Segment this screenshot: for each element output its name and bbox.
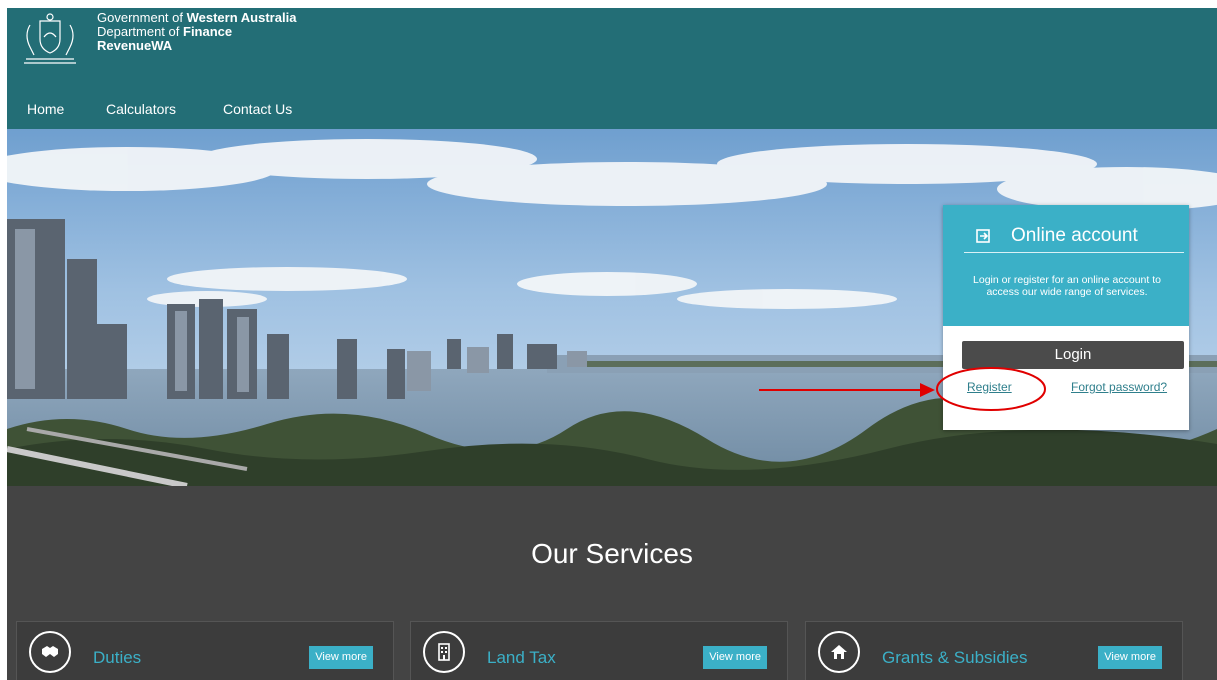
- nav-home[interactable]: Home: [27, 94, 64, 124]
- online-account-description: Login or register for an online account …: [973, 274, 1161, 298]
- sign-in-icon: [976, 229, 990, 243]
- forgot-password-link[interactable]: Forgot password?: [1071, 380, 1167, 394]
- nav-calculators[interactable]: Calculators: [106, 94, 176, 124]
- view-more-button-duties[interactable]: View more: [309, 646, 373, 669]
- service-label-duties: Duties: [93, 648, 142, 667]
- online-account-header: Online account Login or register for an …: [943, 205, 1189, 326]
- online-account-panel: Online account Login or register for an …: [943, 205, 1189, 430]
- login-button[interactable]: Login: [962, 341, 1184, 369]
- wa-government-crest-icon[interactable]: [16, 11, 84, 66]
- register-link[interactable]: Register: [967, 380, 1012, 394]
- service-card-duties[interactable]: Duties View more: [16, 621, 394, 680]
- services-section: Our Services Duties View more Land Tax V: [7, 486, 1217, 680]
- home-icon: [818, 631, 860, 673]
- view-more-button-grants-subsidies[interactable]: View more: [1098, 646, 1162, 669]
- service-label-grants-subsidies: Grants & Subsidies: [882, 648, 1028, 667]
- service-card-land-tax[interactable]: Land Tax View more: [410, 621, 788, 680]
- title-divider: [964, 252, 1184, 253]
- services-title: Our Services: [531, 538, 693, 569]
- brand-revenuewa-line: RevenueWA: [97, 38, 173, 53]
- site-header: Government of Western Australia Departme…: [7, 8, 1217, 129]
- nav-contact-us[interactable]: Contact Us: [223, 94, 292, 124]
- view-more-button-land-tax[interactable]: View more: [703, 646, 767, 669]
- building-icon: [423, 631, 465, 673]
- service-card-grants-subsidies[interactable]: Grants & Subsidies View more: [805, 621, 1183, 680]
- brand-department-line: Department of Finance: [97, 24, 233, 39]
- handshake-icon: [29, 631, 71, 673]
- service-label-land-tax: Land Tax: [487, 648, 556, 667]
- online-account-title: Online account: [1011, 225, 1138, 246]
- brand-government-line: Government of Western Australia: [97, 10, 297, 25]
- page-frame: Government of Western Australia Departme…: [7, 8, 1217, 680]
- brand-block[interactable]: Government of Western Australia Departme…: [97, 11, 296, 53]
